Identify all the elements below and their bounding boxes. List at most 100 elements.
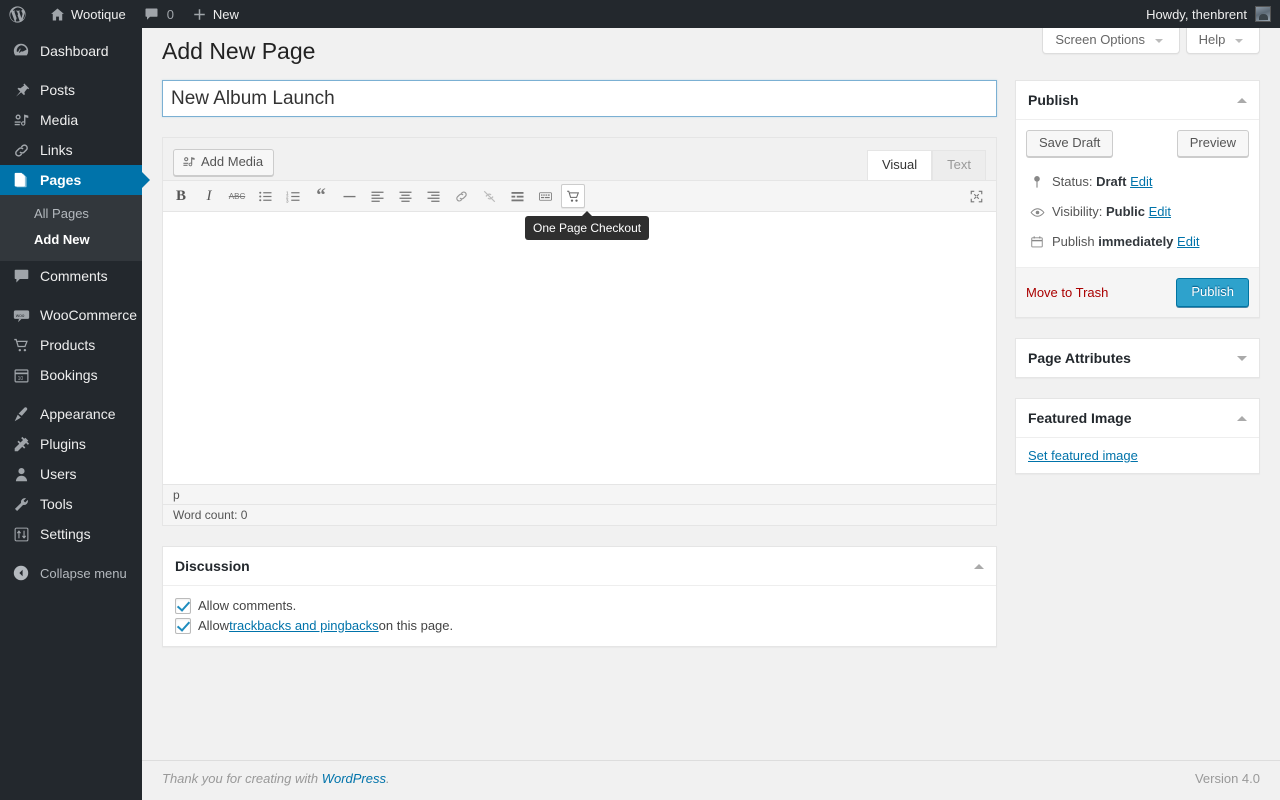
add-media-button[interactable]: Add Media bbox=[173, 149, 274, 176]
featured-image-metabox: Featured Image Set featured image bbox=[1015, 398, 1260, 474]
insert-link-button[interactable] bbox=[449, 184, 473, 208]
sidebar-item-settings[interactable]: Settings bbox=[0, 519, 142, 549]
sidebar-subitem-add-new[interactable]: Add New bbox=[0, 227, 142, 253]
bold-button[interactable]: B bbox=[169, 184, 193, 208]
sidebar-item-comments[interactable]: Comments bbox=[0, 261, 142, 291]
sidebar-item-label: WooCommerce bbox=[40, 307, 137, 323]
sidebar-item-users[interactable]: Users bbox=[0, 459, 142, 489]
publish-metabox: Publish Save Draft Preview bbox=[1015, 80, 1260, 318]
home-icon bbox=[50, 7, 65, 22]
read-more-button[interactable] bbox=[505, 184, 529, 208]
major-publishing-actions: Move to Trash Publish bbox=[1016, 267, 1259, 317]
distraction-free-icon[interactable] bbox=[964, 184, 988, 208]
sidebar-item-label: Dashboard bbox=[40, 43, 109, 59]
sidebar-item-bookings[interactable]: 10 Bookings bbox=[0, 360, 142, 390]
sidebar-item-woocommerce[interactable]: woo WooCommerce bbox=[0, 300, 142, 330]
sidebar-item-label: Bookings bbox=[40, 367, 98, 383]
save-draft-button[interactable]: Save Draft bbox=[1026, 130, 1113, 157]
strikethrough-button[interactable]: ABC bbox=[225, 184, 249, 208]
edit-schedule-link[interactable]: Edit bbox=[1177, 233, 1199, 251]
new-content-label: New bbox=[213, 7, 239, 22]
set-featured-image-link[interactable]: Set featured image bbox=[1028, 448, 1138, 463]
italic-button[interactable]: I bbox=[197, 184, 221, 208]
featured-image-metabox-header[interactable]: Featured Image bbox=[1016, 399, 1259, 438]
visibility-value: Public bbox=[1106, 203, 1145, 221]
sidebar-item-links[interactable]: Links bbox=[0, 135, 142, 165]
collapse-arrow-icon bbox=[11, 563, 31, 583]
edit-visibility-link[interactable]: Edit bbox=[1149, 203, 1171, 221]
svg-text:10: 10 bbox=[17, 375, 23, 381]
comments-count: 0 bbox=[167, 7, 174, 22]
discussion-metabox-body: Allow comments. Allow trackbacks and pin… bbox=[163, 586, 996, 646]
tab-text[interactable]: Text bbox=[932, 150, 986, 180]
allow-pings-suffix: on this page. bbox=[379, 616, 453, 636]
woocommerce-icon: woo bbox=[11, 305, 31, 325]
allow-comments-checkbox[interactable] bbox=[175, 598, 191, 614]
one-page-checkout-button[interactable] bbox=[561, 184, 585, 208]
editor-content-area[interactable] bbox=[163, 212, 996, 484]
sidebar-item-media[interactable]: Media bbox=[0, 105, 142, 135]
wordpress-logo-menu[interactable] bbox=[0, 0, 41, 28]
unlink-button[interactable] bbox=[477, 184, 501, 208]
content-area: Screen Options Help Add New Page bbox=[142, 28, 1280, 800]
status-value: Draft bbox=[1096, 173, 1126, 191]
align-right-button[interactable] bbox=[421, 184, 445, 208]
edit-status-link[interactable]: Edit bbox=[1130, 173, 1152, 191]
sidebar-separator bbox=[0, 390, 142, 399]
page-attributes-metabox-header[interactable]: Page Attributes bbox=[1016, 339, 1259, 377]
align-center-button[interactable] bbox=[393, 184, 417, 208]
horizontal-rule-button[interactable] bbox=[337, 184, 361, 208]
page-attributes-metabox: Page Attributes bbox=[1015, 338, 1260, 378]
dashboard-icon bbox=[11, 41, 31, 61]
sidebar-item-label: Settings bbox=[40, 526, 91, 542]
sidebar-item-pages[interactable]: Pages bbox=[0, 165, 142, 195]
sidebar-item-plugins[interactable]: Plugins bbox=[0, 429, 142, 459]
screen-meta-links: Screen Options Help bbox=[1042, 28, 1260, 54]
editor-word-count: Word count: 0 bbox=[163, 504, 996, 525]
blockquote-button[interactable]: “ bbox=[309, 184, 333, 208]
sidebar-item-posts[interactable]: Posts bbox=[0, 75, 142, 105]
chevron-down-icon bbox=[1155, 39, 1163, 43]
collapse-menu-button[interactable]: Collapse menu bbox=[0, 558, 142, 588]
sidebar-item-label: Users bbox=[40, 466, 77, 482]
chevron-up-icon[interactable] bbox=[1237, 416, 1247, 421]
visibility-label: Visibility: bbox=[1052, 203, 1102, 221]
post-body-content: Add Media Visual Text B I ABC bbox=[162, 80, 997, 667]
chevron-down-icon[interactable] bbox=[1237, 356, 1247, 361]
sidebar-separator bbox=[0, 549, 142, 558]
sidebar-item-label: Posts bbox=[40, 82, 75, 98]
numbered-list-button[interactable]: 123 bbox=[281, 184, 305, 208]
allow-pings-checkbox[interactable] bbox=[175, 618, 191, 634]
trackbacks-pingbacks-link[interactable]: trackbacks and pingbacks bbox=[229, 616, 379, 636]
publish-button[interactable]: Publish bbox=[1176, 278, 1249, 307]
help-tab[interactable]: Help bbox=[1186, 28, 1260, 54]
post-title-input[interactable] bbox=[162, 80, 997, 117]
preview-button[interactable]: Preview bbox=[1177, 130, 1249, 157]
media-icon bbox=[182, 155, 196, 169]
my-account-menu[interactable]: Howdy, thenbrent bbox=[1137, 0, 1280, 28]
bullet-list-button[interactable] bbox=[253, 184, 277, 208]
chevron-up-icon[interactable] bbox=[1237, 98, 1247, 103]
discussion-metabox-header[interactable]: Discussion bbox=[163, 547, 996, 586]
screen-options-tab[interactable]: Screen Options bbox=[1042, 28, 1179, 54]
collapse-menu-label: Collapse menu bbox=[40, 566, 127, 581]
toolbar-toggle-button[interactable] bbox=[533, 184, 557, 208]
sidebar-item-dashboard[interactable]: Dashboard bbox=[0, 36, 142, 66]
site-name-menu[interactable]: Wootique bbox=[41, 0, 135, 28]
footer-thanks: Thank you for creating with WordPress. bbox=[162, 771, 390, 786]
sidebar-item-label: Comments bbox=[40, 268, 108, 284]
sidebar-item-appearance[interactable]: Appearance bbox=[0, 399, 142, 429]
comments-menu[interactable]: 0 bbox=[135, 0, 183, 28]
align-left-button[interactable] bbox=[365, 184, 389, 208]
new-content-menu[interactable]: New bbox=[183, 0, 248, 28]
sidebar-item-products[interactable]: Products bbox=[0, 330, 142, 360]
chevron-up-icon[interactable] bbox=[974, 564, 984, 569]
sidebar-subitem-all-pages[interactable]: All Pages bbox=[0, 201, 142, 227]
move-to-trash-link[interactable]: Move to Trash bbox=[1026, 285, 1108, 300]
pin-icon bbox=[11, 80, 31, 100]
sidebar-item-tools[interactable]: Tools bbox=[0, 489, 142, 519]
publish-metabox-header[interactable]: Publish bbox=[1016, 81, 1259, 120]
editor-columns: Add Media Visual Text B I ABC bbox=[162, 80, 1260, 667]
tab-visual[interactable]: Visual bbox=[867, 150, 932, 180]
wordpress-link[interactable]: WordPress bbox=[322, 771, 386, 786]
